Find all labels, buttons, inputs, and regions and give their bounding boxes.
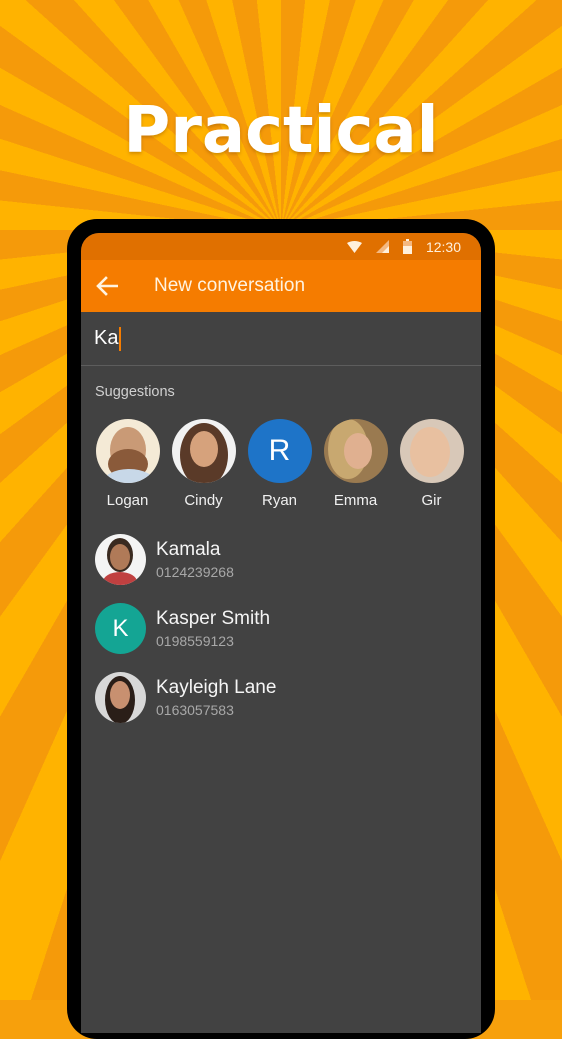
suggestion-name: Cindy	[184, 492, 223, 509]
signal-icon	[375, 240, 389, 253]
battery-icon	[402, 239, 412, 254]
app-bar: New conversation	[81, 260, 481, 312]
promo-headline: Practical	[123, 94, 439, 168]
avatar-photo	[171, 419, 236, 483]
suggestions-row[interactable]: Logan Cindy R Ryan Emma Gir	[81, 419, 481, 509]
contact-row-kasper-smith[interactable]: K Kasper Smith 0198559123	[81, 594, 481, 663]
contact-name: Kasper Smith	[156, 608, 271, 629]
suggestion-name: Logan	[106, 492, 149, 509]
avatar-photo	[95, 672, 146, 723]
phone-frame: 12:30 New conversation Ka Suggestions Lo…	[67, 219, 495, 1039]
suggestion-name: Ryan	[261, 492, 298, 509]
suggestion-emma[interactable]: Emma	[312, 419, 399, 509]
recipient-search-input[interactable]: Ka	[81, 312, 481, 366]
phone-screen: 12:30 New conversation Ka Suggestions Lo…	[81, 233, 481, 1033]
arrow-left-icon	[96, 276, 118, 296]
suggestion-ryan[interactable]: R Ryan	[236, 419, 323, 509]
suggestion-name: Gir	[421, 492, 442, 509]
suggestion-cindy[interactable]: Cindy	[160, 419, 247, 509]
avatar-photo	[95, 419, 160, 483]
search-input-value: Ka	[94, 327, 119, 349]
contact-number: 0198559123	[156, 633, 234, 649]
contact-row-kayleigh-lane[interactable]: Kayleigh Lane 0163057583	[81, 663, 481, 732]
contact-list: Kamala 0124239268 K Kasper Smith 0198559…	[81, 525, 481, 732]
avatar-letter: K	[95, 603, 146, 654]
contact-row-kamala[interactable]: Kamala 0124239268	[81, 525, 481, 594]
screen-title: New conversation	[154, 275, 306, 296]
contact-number: 0124239268	[156, 564, 234, 580]
clock-time: 12:30	[425, 238, 461, 255]
avatar-photo	[399, 419, 464, 483]
avatar-letter: R	[247, 419, 312, 483]
contact-name: Kayleigh Lane	[156, 677, 277, 698]
text-caret	[119, 326, 122, 351]
contact-name: Kamala	[156, 539, 221, 560]
status-bar: 12:30	[81, 233, 481, 260]
wifi-icon	[346, 240, 362, 253]
suggestion-name: Emma	[333, 492, 378, 509]
avatar-photo	[95, 534, 146, 585]
contact-number: 0163057583	[156, 702, 234, 718]
suggestion-gir[interactable]: Gir	[388, 419, 475, 509]
suggestions-label: Suggestions	[95, 384, 175, 400]
suggestion-logan[interactable]: Logan	[84, 419, 171, 509]
back-button[interactable]	[81, 260, 133, 312]
avatar-photo	[323, 419, 388, 483]
